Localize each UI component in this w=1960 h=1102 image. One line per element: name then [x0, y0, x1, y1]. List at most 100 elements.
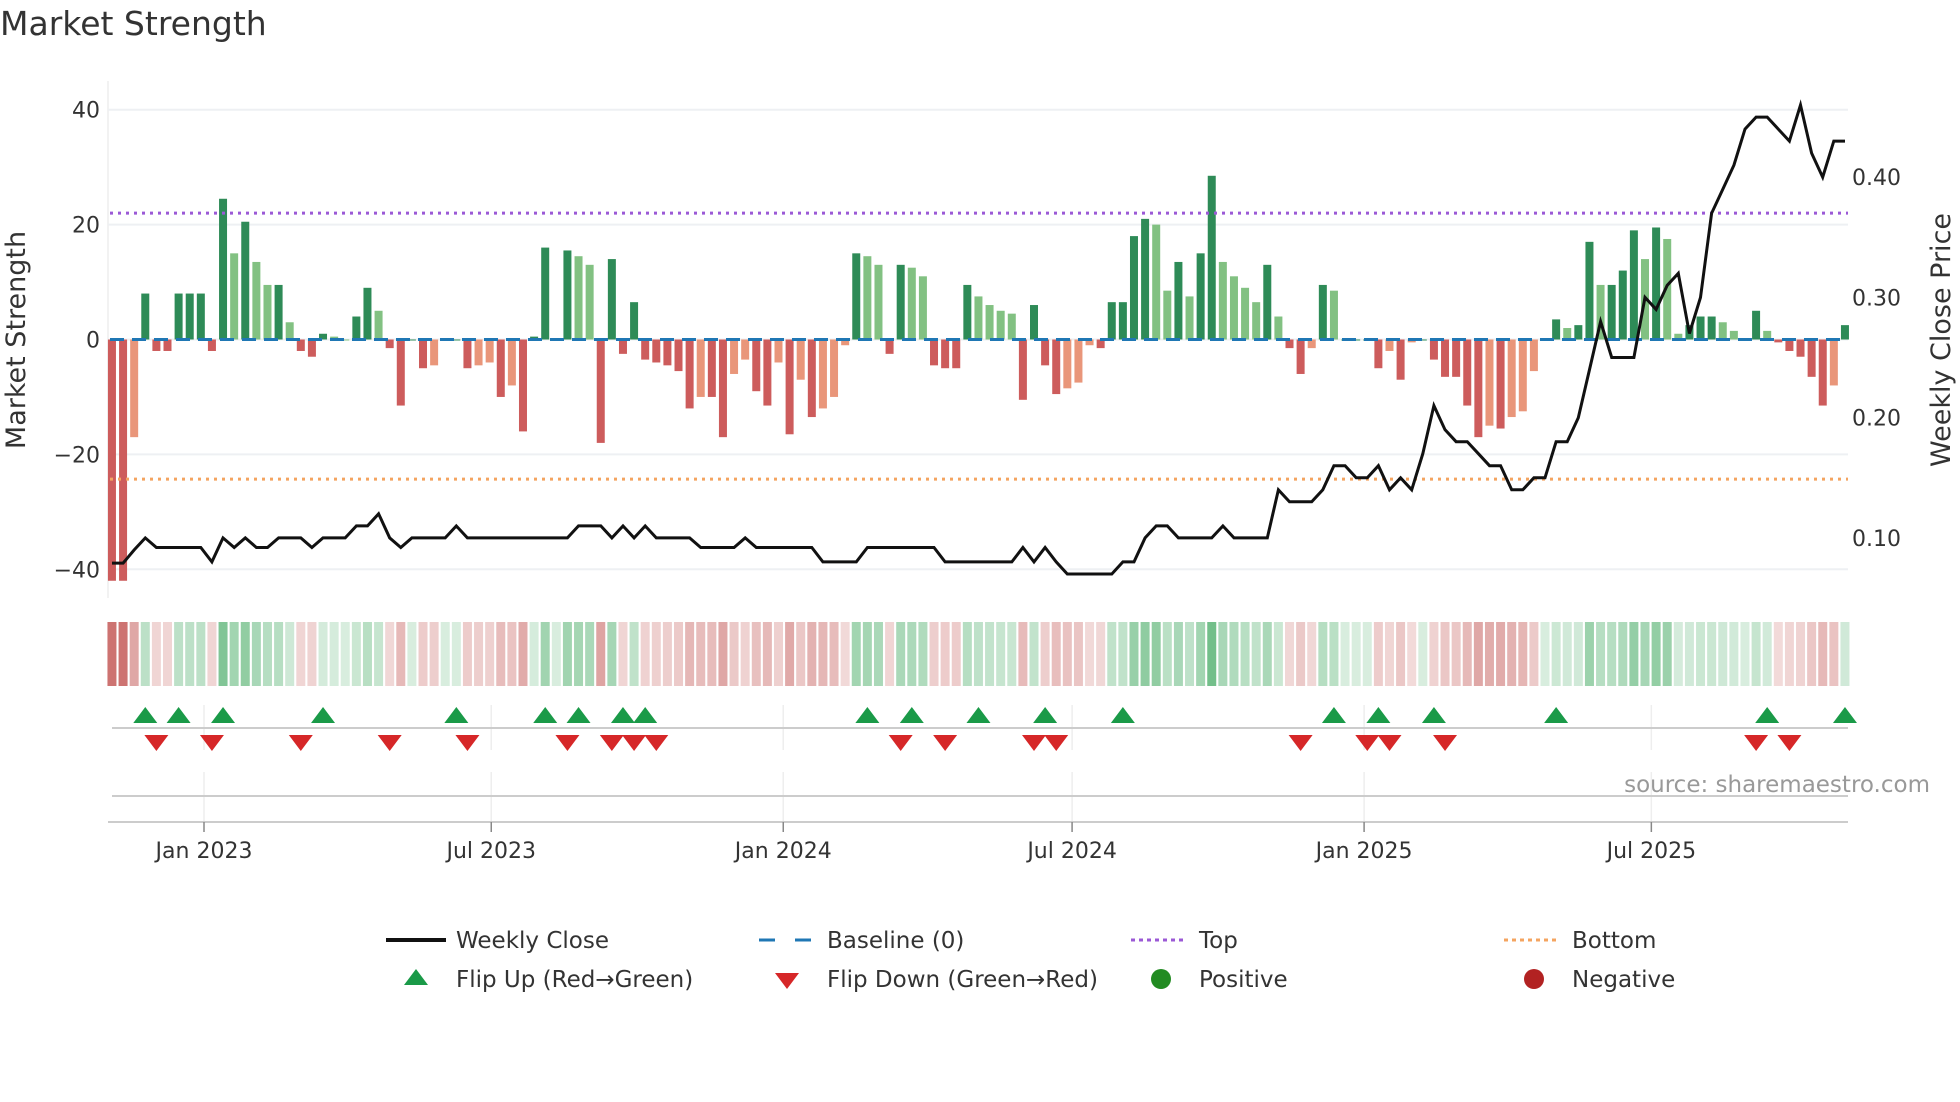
- strength-strip-cell: [996, 622, 1006, 686]
- legend-item-baseline: Baseline (0): [759, 928, 964, 954]
- strength-strip-cell: [773, 622, 783, 686]
- y2-axis-label: Weekly Close Price: [1926, 213, 1957, 467]
- strength-strip-cell: [796, 622, 806, 686]
- strength-strip-cell: [174, 622, 184, 686]
- strength-strip-cell: [1640, 622, 1650, 686]
- strength-bar: [163, 339, 172, 351]
- flip-down-marker: [933, 735, 958, 751]
- strength-strip-cell: [340, 622, 350, 686]
- strength-strip-cell: [1784, 622, 1794, 686]
- strength-bar: [1441, 339, 1450, 377]
- strength-bar: [674, 339, 683, 372]
- flip-up-marker: [211, 707, 236, 723]
- strength-strip-cell: [1696, 622, 1706, 686]
- strength-bar: [296, 339, 305, 351]
- strength-bar: [763, 339, 772, 406]
- strength-strip-cell: [574, 622, 584, 686]
- strength-bar: [1129, 236, 1138, 340]
- strength-strip-cell: [107, 622, 117, 686]
- strength-strip-cell: [129, 622, 139, 686]
- strength-bar: [830, 339, 839, 397]
- strength-bar: [263, 284, 272, 340]
- strength-bar: [630, 302, 639, 340]
- flip-up-marker: [1755, 707, 1780, 723]
- flip-up-marker: [311, 707, 336, 723]
- flip-down-marker: [599, 735, 624, 751]
- strength-bar: [818, 339, 827, 409]
- strength-bar: [1729, 330, 1738, 340]
- strength-bar: [963, 284, 972, 340]
- strength-bar: [430, 339, 439, 366]
- strength-bar: [1007, 313, 1016, 340]
- strength-bar: [1396, 339, 1405, 380]
- strength-strip-cell: [1618, 622, 1628, 686]
- strength-strip-cell: [862, 622, 872, 686]
- strength-strip-cell: [1762, 622, 1772, 686]
- strength-bar: [1452, 339, 1461, 377]
- strength-bar: [130, 339, 139, 438]
- strength-strip-cell: [1162, 622, 1172, 686]
- strength-strip-cell: [385, 622, 395, 686]
- strength-bar: [1152, 224, 1161, 340]
- flip-up-marker: [1421, 707, 1446, 723]
- strength-bar: [1218, 261, 1227, 340]
- strength-strip-cell: [1773, 622, 1783, 686]
- strength-strip-cell: [1518, 622, 1528, 686]
- flip-down-marker: [1377, 735, 1402, 751]
- legend-item-bottom: Bottom: [1504, 928, 1656, 954]
- strength-strip-cell: [418, 622, 428, 686]
- strength-strip-cell: [196, 622, 206, 686]
- strength-strip-cell: [296, 622, 306, 686]
- strength-strip-cell: [374, 622, 384, 686]
- flip-down-marker: [622, 735, 647, 751]
- strength-strip-cell: [1062, 622, 1072, 686]
- strength-strip-cell: [318, 622, 328, 686]
- strength-strip-cell: [640, 622, 650, 686]
- strength-strip-cell: [1351, 622, 1361, 686]
- legend-item-negative: Negative: [1524, 967, 1675, 993]
- flip-down-marker: [455, 735, 480, 751]
- y-tick-label: −40: [54, 558, 100, 583]
- strength-strip-cell: [1262, 622, 1272, 686]
- strength-strip-cell: [740, 622, 750, 686]
- strength-strip-cell: [1596, 622, 1606, 686]
- strength-bar: [807, 339, 816, 418]
- flip-down-marker: [555, 735, 580, 751]
- strength-strip-cell: [807, 622, 817, 686]
- strength-bar: [685, 339, 694, 409]
- strength-strip-cell: [940, 622, 950, 686]
- strength-bar: [419, 339, 428, 369]
- strength-strip-cell: [1285, 622, 1295, 686]
- strength-strip-cell: [729, 622, 739, 686]
- strength-bar: [463, 339, 472, 369]
- strength-bar: [1374, 339, 1383, 369]
- legend-item-flip_up: Flip Up (Red→Green): [404, 967, 693, 993]
- strength-strip-cell: [1040, 622, 1050, 686]
- strength-strip-cell: [1173, 622, 1183, 686]
- flip-down-marker: [888, 735, 913, 751]
- strength-bar: [119, 339, 128, 581]
- legend-flip-up-icon: [404, 969, 428, 985]
- strength-bar: [918, 276, 927, 340]
- strength-bar: [1607, 284, 1616, 340]
- strength-strip-cell: [1218, 622, 1228, 686]
- strength-strip-cell: [285, 622, 295, 686]
- strength-bar: [1840, 325, 1849, 340]
- strength-strip-cell: [1384, 622, 1394, 686]
- strength-bar: [1229, 276, 1238, 340]
- strength-bar: [1074, 339, 1083, 383]
- strength-bar: [1329, 290, 1338, 340]
- strength-bar: [852, 253, 861, 340]
- strength-bar: [1563, 328, 1572, 340]
- strength-bar: [785, 339, 794, 435]
- strength-strip-cell: [507, 622, 517, 686]
- strength-strip-cell: [1529, 622, 1539, 686]
- strength-strip-cell: [596, 622, 606, 686]
- strength-strip-cell: [696, 622, 706, 686]
- strength-strip-cell: [151, 622, 161, 686]
- flip-down-marker: [1022, 735, 1047, 751]
- legend-flip-down-icon: [775, 973, 799, 989]
- strength-strip-cell: [1362, 622, 1372, 686]
- legend-item-positive: Positive: [1151, 967, 1288, 993]
- strength-strip-cell: [962, 622, 972, 686]
